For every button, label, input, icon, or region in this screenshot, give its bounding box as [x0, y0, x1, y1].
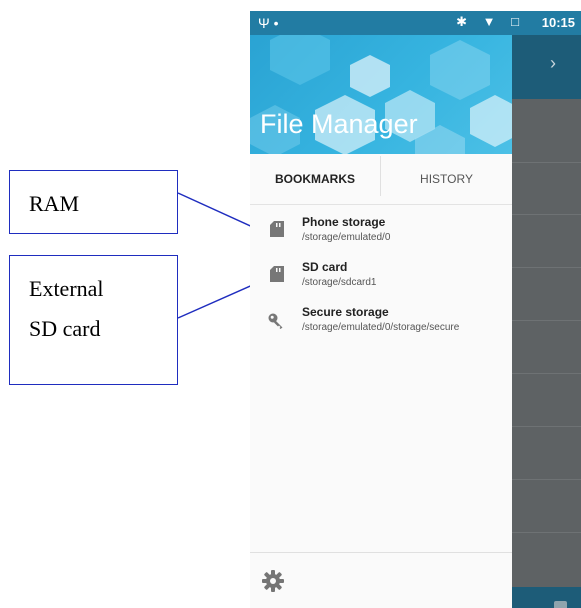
gear-icon[interactable]	[262, 570, 284, 592]
status-left-icons: Ψ •	[258, 15, 279, 31]
sd-card-callout: External SD card	[9, 255, 178, 385]
status-time: 10:15	[541, 15, 575, 30]
bookmark-item-sd-card[interactable]: SD card /storage/sdcard1	[250, 256, 512, 302]
status-bar: Ψ • ✱ ▼ □ 10:15	[250, 11, 581, 35]
navigation-drawer: File Manager Ψ • ✱ ▼ □ 10:15 BOOKMARKS H…	[250, 11, 581, 608]
chevron-right-icon: ›	[550, 53, 556, 73]
background-app[interactable]: ›	[512, 35, 581, 608]
background-row	[512, 480, 581, 533]
sd-callout-label-line1: External	[29, 276, 104, 301]
ram-callout: RAM	[9, 170, 178, 234]
tab-bookmarks[interactable]: BOOKMARKS	[250, 154, 380, 204]
background-toolbar: ›	[512, 35, 581, 99]
phone-screen: › File Manager Ψ • ✱ ▼ □ 10:15 BOOKMARKS…	[250, 11, 581, 608]
sd-card-icon	[270, 266, 284, 282]
bookmark-item-phone-storage[interactable]: Phone storage /storage/emulated/0	[250, 211, 512, 257]
status-right-icons: ✱ ▼ □	[456, 14, 525, 29]
background-row	[512, 374, 581, 427]
background-row	[512, 268, 581, 321]
bookmark-path: /storage/emulated/0	[302, 232, 391, 243]
background-row	[512, 215, 581, 268]
background-row	[512, 163, 581, 215]
tab-bar: BOOKMARKS HISTORY	[250, 154, 512, 205]
bookmark-name: Secure storage	[302, 305, 389, 319]
background-bottom-bar	[512, 587, 581, 608]
bookmark-path: /storage/sdcard1	[302, 277, 377, 288]
bookmark-item-secure-storage[interactable]: Secure storage /storage/emulated/0/stora…	[250, 301, 512, 347]
search-icon[interactable]	[554, 601, 567, 608]
bookmark-path: /storage/emulated/0/storage/secure	[302, 322, 460, 333]
tab-history[interactable]: HISTORY	[381, 154, 512, 204]
key-icon	[268, 313, 283, 329]
background-row	[512, 321, 581, 374]
drawer-footer-divider	[250, 552, 512, 553]
sd-card-icon	[270, 221, 284, 237]
ram-callout-label: RAM	[29, 191, 80, 216]
drawer-title: File Manager	[260, 109, 418, 139]
drawer-header: File Manager	[250, 35, 512, 154]
background-row	[512, 427, 581, 480]
sd-callout-label-line2: SD card	[29, 316, 101, 341]
bookmark-name: SD card	[302, 260, 348, 274]
bookmark-name: Phone storage	[302, 215, 386, 229]
background-row	[512, 99, 581, 163]
